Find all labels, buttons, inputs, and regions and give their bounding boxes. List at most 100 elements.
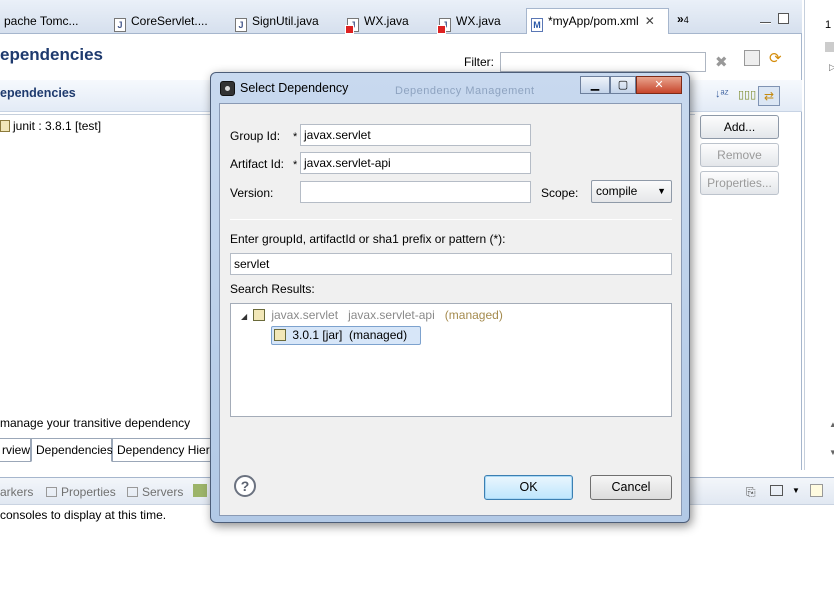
required-marker: * bbox=[293, 131, 298, 143]
transitive-dependency-text: manage your transitive dependency bbox=[0, 416, 191, 430]
result-version-row[interactable]: 3.0.1 [jar] (managed) bbox=[274, 328, 407, 342]
separator bbox=[230, 219, 672, 220]
java-file-icon: J bbox=[114, 18, 126, 32]
clear-filter-icon[interactable]: ✖ bbox=[715, 53, 728, 71]
result-artifact: javax.servlet-api bbox=[348, 308, 435, 322]
jar-icon bbox=[0, 120, 10, 132]
version-field[interactable] bbox=[300, 181, 531, 203]
result-group: javax.servlet bbox=[271, 308, 339, 322]
right-view-strip: 1 ▷ ▲ ▼ bbox=[804, 0, 834, 470]
properties-icon bbox=[46, 487, 57, 497]
result-version: 3.0.1 [jar] bbox=[292, 328, 343, 342]
tab-tomcat[interactable]: pache Tomc... bbox=[0, 9, 78, 34]
result-tag: (managed) bbox=[444, 308, 503, 322]
overflow-count: 4 bbox=[683, 15, 689, 25]
maximize-button[interactable]: ▢ bbox=[610, 76, 636, 94]
tab-label: SignUtil.java bbox=[252, 14, 319, 28]
select-dependency-dialog: Select Dependency Dependency Management … bbox=[210, 72, 690, 523]
jar-icon bbox=[274, 329, 286, 341]
tab-markers[interactable]: arkers bbox=[0, 485, 33, 499]
display-console-icon[interactable] bbox=[770, 485, 783, 496]
search-results-tree[interactable]: ◢ javax.servlet javax.servlet-api (manag… bbox=[230, 303, 672, 417]
scroll-down-icon[interactable]: ▼ bbox=[829, 448, 834, 457]
right-strip-label: 1 bbox=[825, 19, 832, 31]
tab-label: pache Tomc... bbox=[4, 14, 79, 28]
dependency-label: junit : 3.8.1 [test] bbox=[13, 119, 102, 133]
artifact-icon bbox=[253, 309, 265, 321]
minimize-icon[interactable] bbox=[760, 22, 771, 24]
tab-label: *myApp/pom.xml bbox=[548, 14, 639, 28]
tab-label: CoreServlet.... bbox=[131, 14, 208, 28]
console-message: consoles to display at this time. bbox=[0, 508, 167, 522]
scope-value: compile bbox=[596, 184, 638, 198]
overflow-chevron-icon: » bbox=[677, 12, 684, 26]
tab-pom-xml[interactable]: M *myApp/pom.xml ✕ bbox=[526, 8, 669, 35]
background-window-title: Dependency Management bbox=[395, 85, 535, 97]
ok-button[interactable]: OK bbox=[484, 475, 573, 500]
new-console-icon[interactable] bbox=[810, 484, 823, 497]
close-icon[interactable]: ✕ bbox=[645, 14, 655, 28]
tab-overflow-button[interactable]: »4 bbox=[677, 12, 689, 26]
columns-icon[interactable]: ▯▯▯ bbox=[738, 88, 756, 101]
dropdown-arrow-icon: ▼ bbox=[657, 186, 666, 196]
view-icon[interactable] bbox=[825, 42, 834, 52]
minimize-button[interactable]: ▁ bbox=[580, 76, 610, 94]
eclipse-icon bbox=[220, 81, 235, 96]
tab-wx-1[interactable]: J WX.java bbox=[343, 9, 409, 34]
filter-input[interactable] bbox=[500, 52, 706, 72]
search-prompt-label: Enter groupId, artifactId or sha1 prefix… bbox=[230, 232, 506, 246]
scope-label: Scope: bbox=[541, 186, 579, 200]
open-console-icon[interactable]: ⎘ bbox=[746, 485, 756, 500]
filter-toggle-icon[interactable]: ⇄ bbox=[758, 86, 780, 106]
snippets-icon[interactable] bbox=[193, 484, 207, 497]
group-id-label: Group Id: bbox=[230, 129, 281, 143]
result-group-row[interactable]: javax.servlet javax.servlet-api (managed… bbox=[253, 308, 503, 322]
tab-dependencies[interactable]: Dependencies bbox=[31, 438, 113, 462]
dialog-title: Select Dependency bbox=[240, 81, 349, 95]
result-tag: (managed) bbox=[349, 328, 408, 342]
scope-select[interactable]: compile ▼ bbox=[591, 180, 672, 203]
scroll-up-icon[interactable]: ▲ bbox=[829, 420, 834, 429]
search-field[interactable]: servlet bbox=[230, 253, 672, 275]
java-error-file-icon: J bbox=[437, 18, 451, 34]
cancel-button[interactable]: Cancel bbox=[590, 475, 672, 500]
chevron-down-icon[interactable]: ▼ bbox=[792, 486, 800, 495]
save-icon[interactable] bbox=[744, 50, 760, 66]
section-title: ependencies bbox=[0, 86, 76, 100]
tab-wx-2[interactable]: J WX.java bbox=[435, 9, 501, 34]
java-file-icon: J bbox=[235, 18, 247, 32]
page-title: ependencies bbox=[0, 45, 103, 64]
editor-tab-bar: pache Tomc... J CoreServlet.... J SignUtil… bbox=[0, 0, 802, 35]
tab-properties[interactable]: Properties bbox=[46, 485, 116, 499]
xml-file-icon: M bbox=[531, 18, 543, 32]
artifact-id-field[interactable]: javax.servlet-api bbox=[300, 152, 531, 174]
chevron-right-icon[interactable]: ▷ bbox=[829, 62, 834, 73]
maximize-icon[interactable] bbox=[778, 13, 789, 24]
servers-icon bbox=[127, 487, 138, 497]
dependency-item-junit[interactable]: junit : 3.8.1 [test] bbox=[0, 119, 101, 133]
remove-dependency-button[interactable]: Remove bbox=[700, 143, 779, 167]
refresh-icon[interactable]: ⟳ bbox=[769, 49, 782, 67]
tab-label: WX.java bbox=[456, 14, 501, 28]
group-id-field[interactable]: javax.servlet bbox=[300, 124, 531, 146]
tab-coreservlet[interactable]: J CoreServlet.... bbox=[110, 9, 208, 34]
tab-dependency-hierarchy[interactable]: Dependency Hiera bbox=[112, 438, 216, 462]
required-marker: * bbox=[293, 159, 298, 171]
tab-label: WX.java bbox=[364, 14, 409, 28]
java-error-file-icon: J bbox=[345, 18, 359, 34]
tab-overview[interactable]: rview bbox=[0, 438, 31, 462]
tab-label: Servers bbox=[142, 485, 184, 499]
tab-label: Properties bbox=[61, 485, 116, 499]
properties-button[interactable]: Properties... bbox=[700, 171, 779, 195]
help-icon[interactable]: ? bbox=[234, 475, 256, 497]
close-button[interactable]: ✕ bbox=[636, 76, 682, 94]
add-dependency-button[interactable]: Add... bbox=[700, 115, 779, 139]
tab-servers[interactable]: Servers bbox=[127, 485, 183, 499]
sort-az-icon[interactable]: ↓ᵃᶻ bbox=[715, 88, 729, 100]
expand-toggle-icon[interactable]: ◢ bbox=[241, 312, 247, 321]
search-results-label: Search Results: bbox=[230, 282, 315, 296]
dialog-body: Group Id: * javax.servlet Artifact Id: *… bbox=[219, 103, 682, 516]
tab-signutil[interactable]: J SignUtil.java bbox=[231, 9, 319, 34]
artifact-id-label: Artifact Id: bbox=[230, 157, 285, 171]
version-label: Version: bbox=[230, 186, 274, 200]
